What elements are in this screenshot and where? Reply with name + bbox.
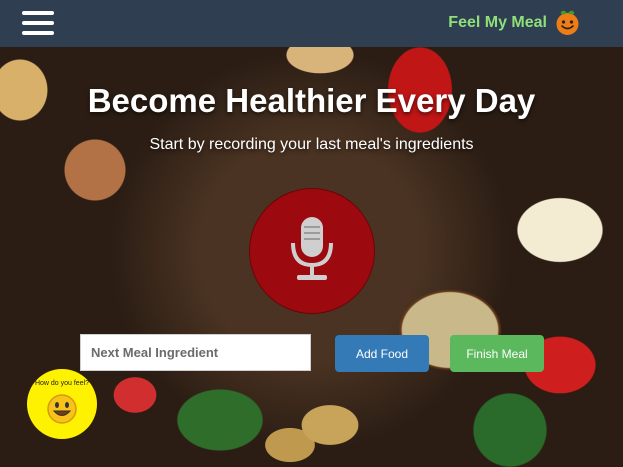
ingredient-input[interactable] (80, 334, 311, 371)
finish-meal-button[interactable]: Finish Meal (450, 335, 544, 372)
smiley-face-icon (47, 394, 77, 424)
add-food-button[interactable]: Add Food (335, 335, 429, 372)
mood-badge[interactable]: How do you feel? (27, 369, 97, 439)
hero-title: Become Healthier Every Day (87, 82, 536, 119)
hamburger-menu-icon[interactable] (22, 11, 54, 36)
mood-prompt: How do you feel? (34, 380, 90, 387)
microphone-icon (291, 217, 333, 280)
record-microphone-button[interactable] (249, 188, 375, 314)
orange-smiley-logo-icon (556, 10, 579, 35)
brand-name[interactable]: Feel My Meal (448, 14, 547, 32)
hero-subtitle: Start by recording your last meal's ingr… (149, 136, 474, 153)
top-navbar: Feel My Meal (0, 0, 623, 47)
